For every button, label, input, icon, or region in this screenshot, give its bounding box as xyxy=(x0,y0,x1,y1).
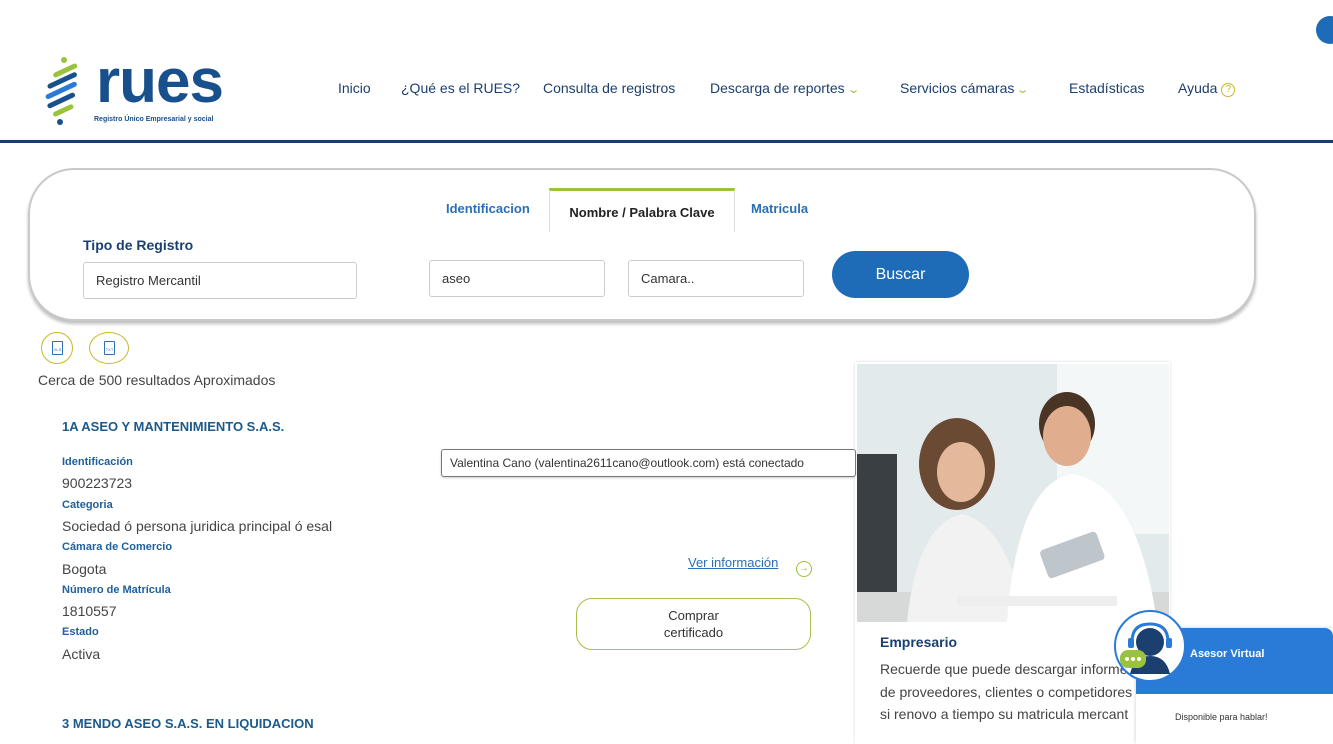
tab-matricula[interactable]: Matricula xyxy=(751,201,808,216)
estado-label: Estado xyxy=(62,626,99,638)
ad-text-line: Recuerde que puede descargar informes xyxy=(880,661,1135,677)
nav-inicio[interactable]: Inicio xyxy=(338,80,371,96)
chevron-down-icon: ⌄ xyxy=(846,84,861,96)
matricula-label: Número de Matrícula xyxy=(62,584,171,596)
logo-subtitle: Registro Único Empresarial y social xyxy=(94,116,214,123)
nav-consulta-registros[interactable]: Consulta de registros xyxy=(543,80,675,96)
keyword-input[interactable]: aseo xyxy=(429,260,605,297)
result-title[interactable]: 3 MENDO ASEO S.A.S. EN LIQUIDACION xyxy=(62,716,314,731)
asesor-title: Asesor Virtual xyxy=(1190,648,1265,660)
business-people-image xyxy=(857,364,1169,622)
nav-label: ¿Qué es el RUES? xyxy=(401,80,521,96)
ver-informacion-link[interactable]: Ver información xyxy=(688,555,778,570)
nav-label: Servicios cámaras xyxy=(900,80,1015,96)
buscar-button[interactable]: Buscar xyxy=(832,251,969,298)
chevron-down-icon: ⌄ xyxy=(1016,84,1030,96)
nav-label: Estadísticas xyxy=(1069,80,1145,96)
xls-file-icon: XLS xyxy=(52,341,63,355)
ad-text-line: si renovo a tiempo su matricula mercant xyxy=(880,706,1129,722)
estado-value: Activa xyxy=(62,646,101,662)
nav-que-es-rues[interactable]: ¿Qué es el RUES? xyxy=(401,80,520,96)
nav-label: Ayuda xyxy=(1178,80,1218,96)
identificacion-value: 900223723 xyxy=(62,475,133,491)
txt-file-icon: TXT xyxy=(104,341,115,355)
camara-placeholder: Camara.. xyxy=(641,271,695,286)
ad-photo xyxy=(857,364,1169,622)
nav-label: Descarga de reportes xyxy=(710,80,845,96)
categoria-label: Categoria xyxy=(62,499,113,511)
nav-estadisticas[interactable]: Estadísticas xyxy=(1069,80,1144,96)
arrow-right-icon[interactable]: → xyxy=(796,561,812,577)
result-count: Cerca de 500 resultados Aproximados xyxy=(38,372,276,388)
camara-value: Bogota xyxy=(62,561,107,577)
header-divider xyxy=(0,140,1333,143)
nav-ayuda[interactable]: Ayuda? xyxy=(1178,80,1236,97)
nav-label: Inicio xyxy=(338,80,371,96)
keyword-value: aseo xyxy=(442,271,471,286)
asesor-avatar[interactable] xyxy=(1114,610,1186,682)
camara-input[interactable]: Camara.. xyxy=(628,260,804,297)
tipo-registro-select[interactable]: Registro Mercantil xyxy=(83,262,357,299)
tipo-registro-label: Tipo de Registro xyxy=(83,237,194,253)
main-nav: Inicio ¿Qué es el RUES? Consulta de regi… xyxy=(0,80,1333,100)
export-xls-button[interactable]: XLS xyxy=(41,332,73,364)
nav-label: Consulta de registros xyxy=(543,80,676,96)
result-title[interactable]: 1A ASEO Y MANTENIMIENTO S.A.S. xyxy=(62,419,284,434)
txt-label: TXT xyxy=(105,347,114,352)
connected-user-tooltip: Valentina Cano (valentina2611cano@outloo… xyxy=(441,449,856,477)
comprar-label-line2: certificado xyxy=(663,625,724,640)
comprar-certificado-button[interactable]: Comprar certificado xyxy=(576,598,811,650)
matricula-value: 1810557 xyxy=(62,603,117,619)
ad-title: Empresario xyxy=(880,634,958,650)
nav-servicios-camaras[interactable]: Servicios cámaras ⌄ xyxy=(900,80,1030,96)
export-txt-button[interactable]: TXT xyxy=(89,332,129,364)
corner-badge[interactable] xyxy=(1316,16,1333,44)
tipo-registro-value: Registro Mercantil xyxy=(96,273,201,288)
camara-label: Cámara de Comercio xyxy=(62,541,173,553)
categoria-value: Sociedad ó persona juridica principal ó … xyxy=(62,518,333,534)
comprar-label-line1: Comprar xyxy=(668,608,719,623)
tab-identificacion[interactable]: Identificacion xyxy=(446,201,530,216)
ad-text-line: de proveedores, clientes o competidores xyxy=(880,684,1133,700)
xls-label: XLS xyxy=(53,347,62,352)
nav-descarga-reportes[interactable]: Descarga de reportes ⌄ xyxy=(710,80,861,96)
identificacion-label: Identificación xyxy=(62,456,133,468)
help-icon: ? xyxy=(1221,83,1236,97)
asesor-status: Disponible para hablar! xyxy=(1175,712,1268,722)
tab-nombre-palabra-clave[interactable]: Nombre / Palabra Clave xyxy=(549,188,735,232)
headset-agent-icon xyxy=(1120,622,1172,674)
